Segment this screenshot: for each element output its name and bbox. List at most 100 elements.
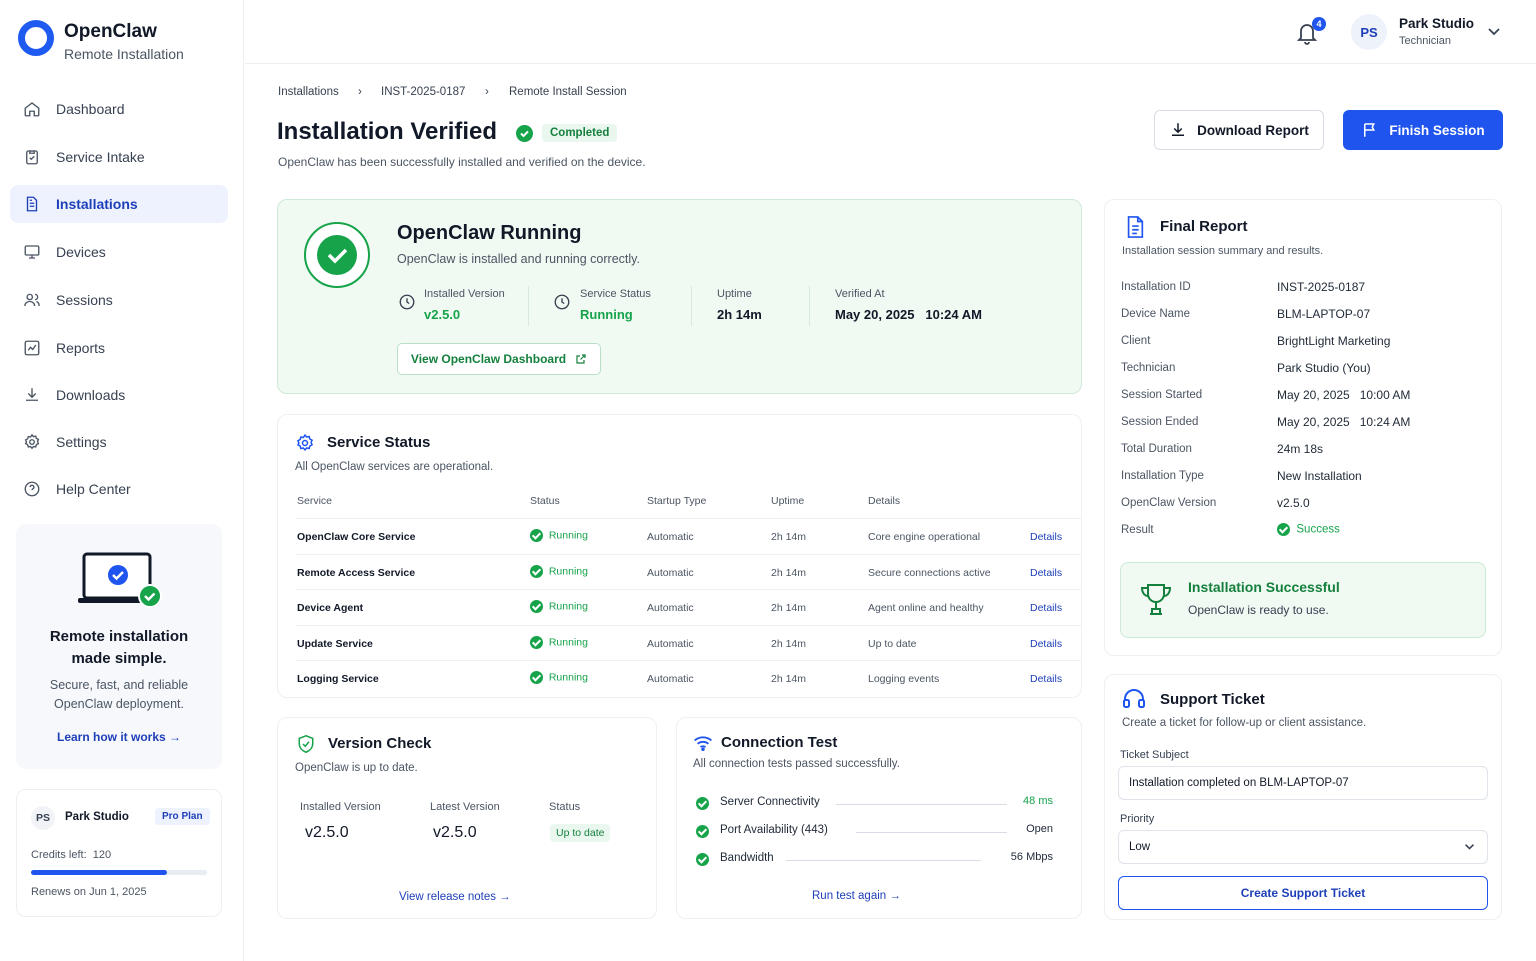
dotted-leader xyxy=(786,860,981,861)
sidebar-item-settings[interactable]: Settings xyxy=(10,423,228,461)
view-dashboard-button[interactable]: View OpenClaw Dashboard xyxy=(397,343,601,375)
breadcrumb-separator: › xyxy=(485,86,489,98)
sidebar-item-label: Devices xyxy=(56,244,106,260)
page-title: Installation Verified xyxy=(277,118,498,145)
report-value: Park Studio (You) xyxy=(1277,361,1371,375)
status-cell: Running xyxy=(530,564,588,578)
sidebar-item-installations[interactable]: Installations xyxy=(10,185,228,223)
credits-progress xyxy=(31,870,207,875)
finish-session-button[interactable]: Finish Session xyxy=(1343,110,1503,150)
download-icon xyxy=(22,385,42,405)
details-link[interactable]: Details xyxy=(1030,531,1062,543)
sidebar-item-reports[interactable]: Reports xyxy=(10,329,228,367)
document-icon xyxy=(1124,215,1146,239)
connection-item: Port Availability (443) Open xyxy=(696,823,1053,841)
user-role: Technician xyxy=(1399,35,1451,47)
report-value: INST-2025-0187 xyxy=(1277,280,1366,294)
running-title: OpenClaw Running xyxy=(397,222,582,244)
download-report-button[interactable]: Download Report xyxy=(1154,110,1324,150)
priority-select[interactable]: Low xyxy=(1118,830,1488,864)
chevron-down-icon[interactable] xyxy=(1487,27,1501,37)
status-cell: Running xyxy=(530,635,588,649)
report-key: OpenClaw Version xyxy=(1121,497,1217,509)
sidebar-item-dashboard[interactable]: Dashboard xyxy=(10,90,228,128)
connection-item: Bandwidth 56 Mbps xyxy=(696,851,1053,869)
details-text: Agent online and healthy xyxy=(868,602,984,614)
user-name: Park Studio xyxy=(1399,16,1475,31)
dotted-leader xyxy=(856,832,1007,833)
page-subtitle: OpenClaw has been successfully installed… xyxy=(278,155,646,169)
breadcrumb-installations[interactable]: Installations xyxy=(278,86,339,98)
uptime: 2h 14m xyxy=(771,566,807,579)
sidebar-item-label: Installations xyxy=(56,196,138,212)
ticket-subject-input[interactable]: Installation completed on BLM-LAPTOP-07 xyxy=(1118,766,1488,800)
details-link[interactable]: Details xyxy=(1030,673,1062,685)
chart-icon xyxy=(22,338,42,358)
clock-icon xyxy=(398,293,416,311)
notification-badge: 4 xyxy=(1312,17,1326,31)
check-circle-icon xyxy=(530,529,543,542)
details-link[interactable]: Details xyxy=(1030,567,1062,579)
final-report-title: Final Report xyxy=(1160,218,1248,235)
learn-how-link[interactable]: Learn how it works → xyxy=(16,730,222,744)
uptime-label: Uptime xyxy=(717,288,752,300)
sidebar-item-downloads[interactable]: Downloads xyxy=(10,376,228,414)
sidebar-item-help-center[interactable]: Help Center xyxy=(10,470,228,508)
running-check-icon xyxy=(304,222,370,288)
status-cell: Running xyxy=(530,671,588,684)
renews-text: Renews on Jun 1, 2025 xyxy=(31,886,147,898)
connection-item-value: 48 ms xyxy=(1023,795,1053,807)
details-text: Core engine operational xyxy=(868,531,981,543)
clock-icon xyxy=(553,293,571,311)
connection-item-value: 56 Mbps xyxy=(1010,851,1053,863)
avatar[interactable]: PS xyxy=(1351,14,1387,50)
flag-icon xyxy=(1361,121,1379,139)
divider xyxy=(528,286,529,326)
service-name: Logging Service xyxy=(297,673,379,685)
create-support-ticket-button[interactable]: Create Support Ticket xyxy=(1118,876,1488,910)
sidebar-item-label: Service Intake xyxy=(56,149,145,165)
uptime: 2h 14m xyxy=(771,637,807,650)
details-text: Logging events xyxy=(868,673,940,685)
sidebar-item-sessions[interactable]: Sessions xyxy=(10,281,228,319)
check-circle-icon xyxy=(530,564,543,578)
sidebar: OpenClaw Remote Installation Dashboard S… xyxy=(0,0,244,961)
success-text: OpenClaw is ready to use. xyxy=(1188,603,1329,617)
sidebar-item-label: Settings xyxy=(56,434,107,450)
monitor-icon xyxy=(22,242,42,262)
service-name: OpenClaw Core Service xyxy=(297,531,416,543)
check-circle-icon xyxy=(530,635,543,649)
column-header: Details xyxy=(868,495,901,507)
status-label: Status xyxy=(549,801,581,813)
run-test-again-link[interactable]: Run test again → xyxy=(812,890,901,902)
connection-item-label: Server Connectivity xyxy=(720,796,820,808)
details-link[interactable]: Details xyxy=(1030,638,1062,650)
installed-version-label: Installed Version xyxy=(300,801,381,813)
uptime-value: 2h 14m xyxy=(717,307,762,322)
report-key: Installation ID xyxy=(1121,281,1191,293)
column-header: Startup Type xyxy=(647,495,707,507)
report-value: New Installation xyxy=(1277,469,1362,483)
sidebar-item-label: Help Center xyxy=(56,481,131,497)
report-key: Device Name xyxy=(1121,308,1191,320)
check-circle-icon xyxy=(696,797,709,810)
report-key: Total Duration xyxy=(1121,443,1192,455)
service-name: Remote Access Service xyxy=(297,566,416,579)
gear-icon xyxy=(22,432,42,452)
sidebar-item-service-intake[interactable]: Service Intake xyxy=(10,138,228,176)
running-card: OpenClaw Running OpenClaw is installed a… xyxy=(277,199,1082,394)
status-text: Running xyxy=(548,529,588,542)
sidebar-item-devices[interactable]: Devices xyxy=(10,233,228,271)
service-status-card: Service Status All OpenClaw services are… xyxy=(277,414,1082,698)
table-row: Update Service Running Automatic 2h 14m Up … xyxy=(296,624,1082,661)
shield-check-icon xyxy=(297,734,315,754)
uptime: 2h 14m xyxy=(771,673,807,685)
document-icon xyxy=(22,194,42,214)
details-link[interactable]: Details xyxy=(1030,602,1062,614)
latest-version-label: Latest Version xyxy=(430,801,500,813)
sidebar-item-label: Downloads xyxy=(56,387,126,403)
breadcrumb-installation-id[interactable]: INST-2025-0187 xyxy=(381,86,465,98)
promo-title: Remote installation made simple. xyxy=(49,628,189,667)
status-cell: Running xyxy=(530,600,588,613)
release-notes-link[interactable]: View release notes → xyxy=(399,891,511,903)
